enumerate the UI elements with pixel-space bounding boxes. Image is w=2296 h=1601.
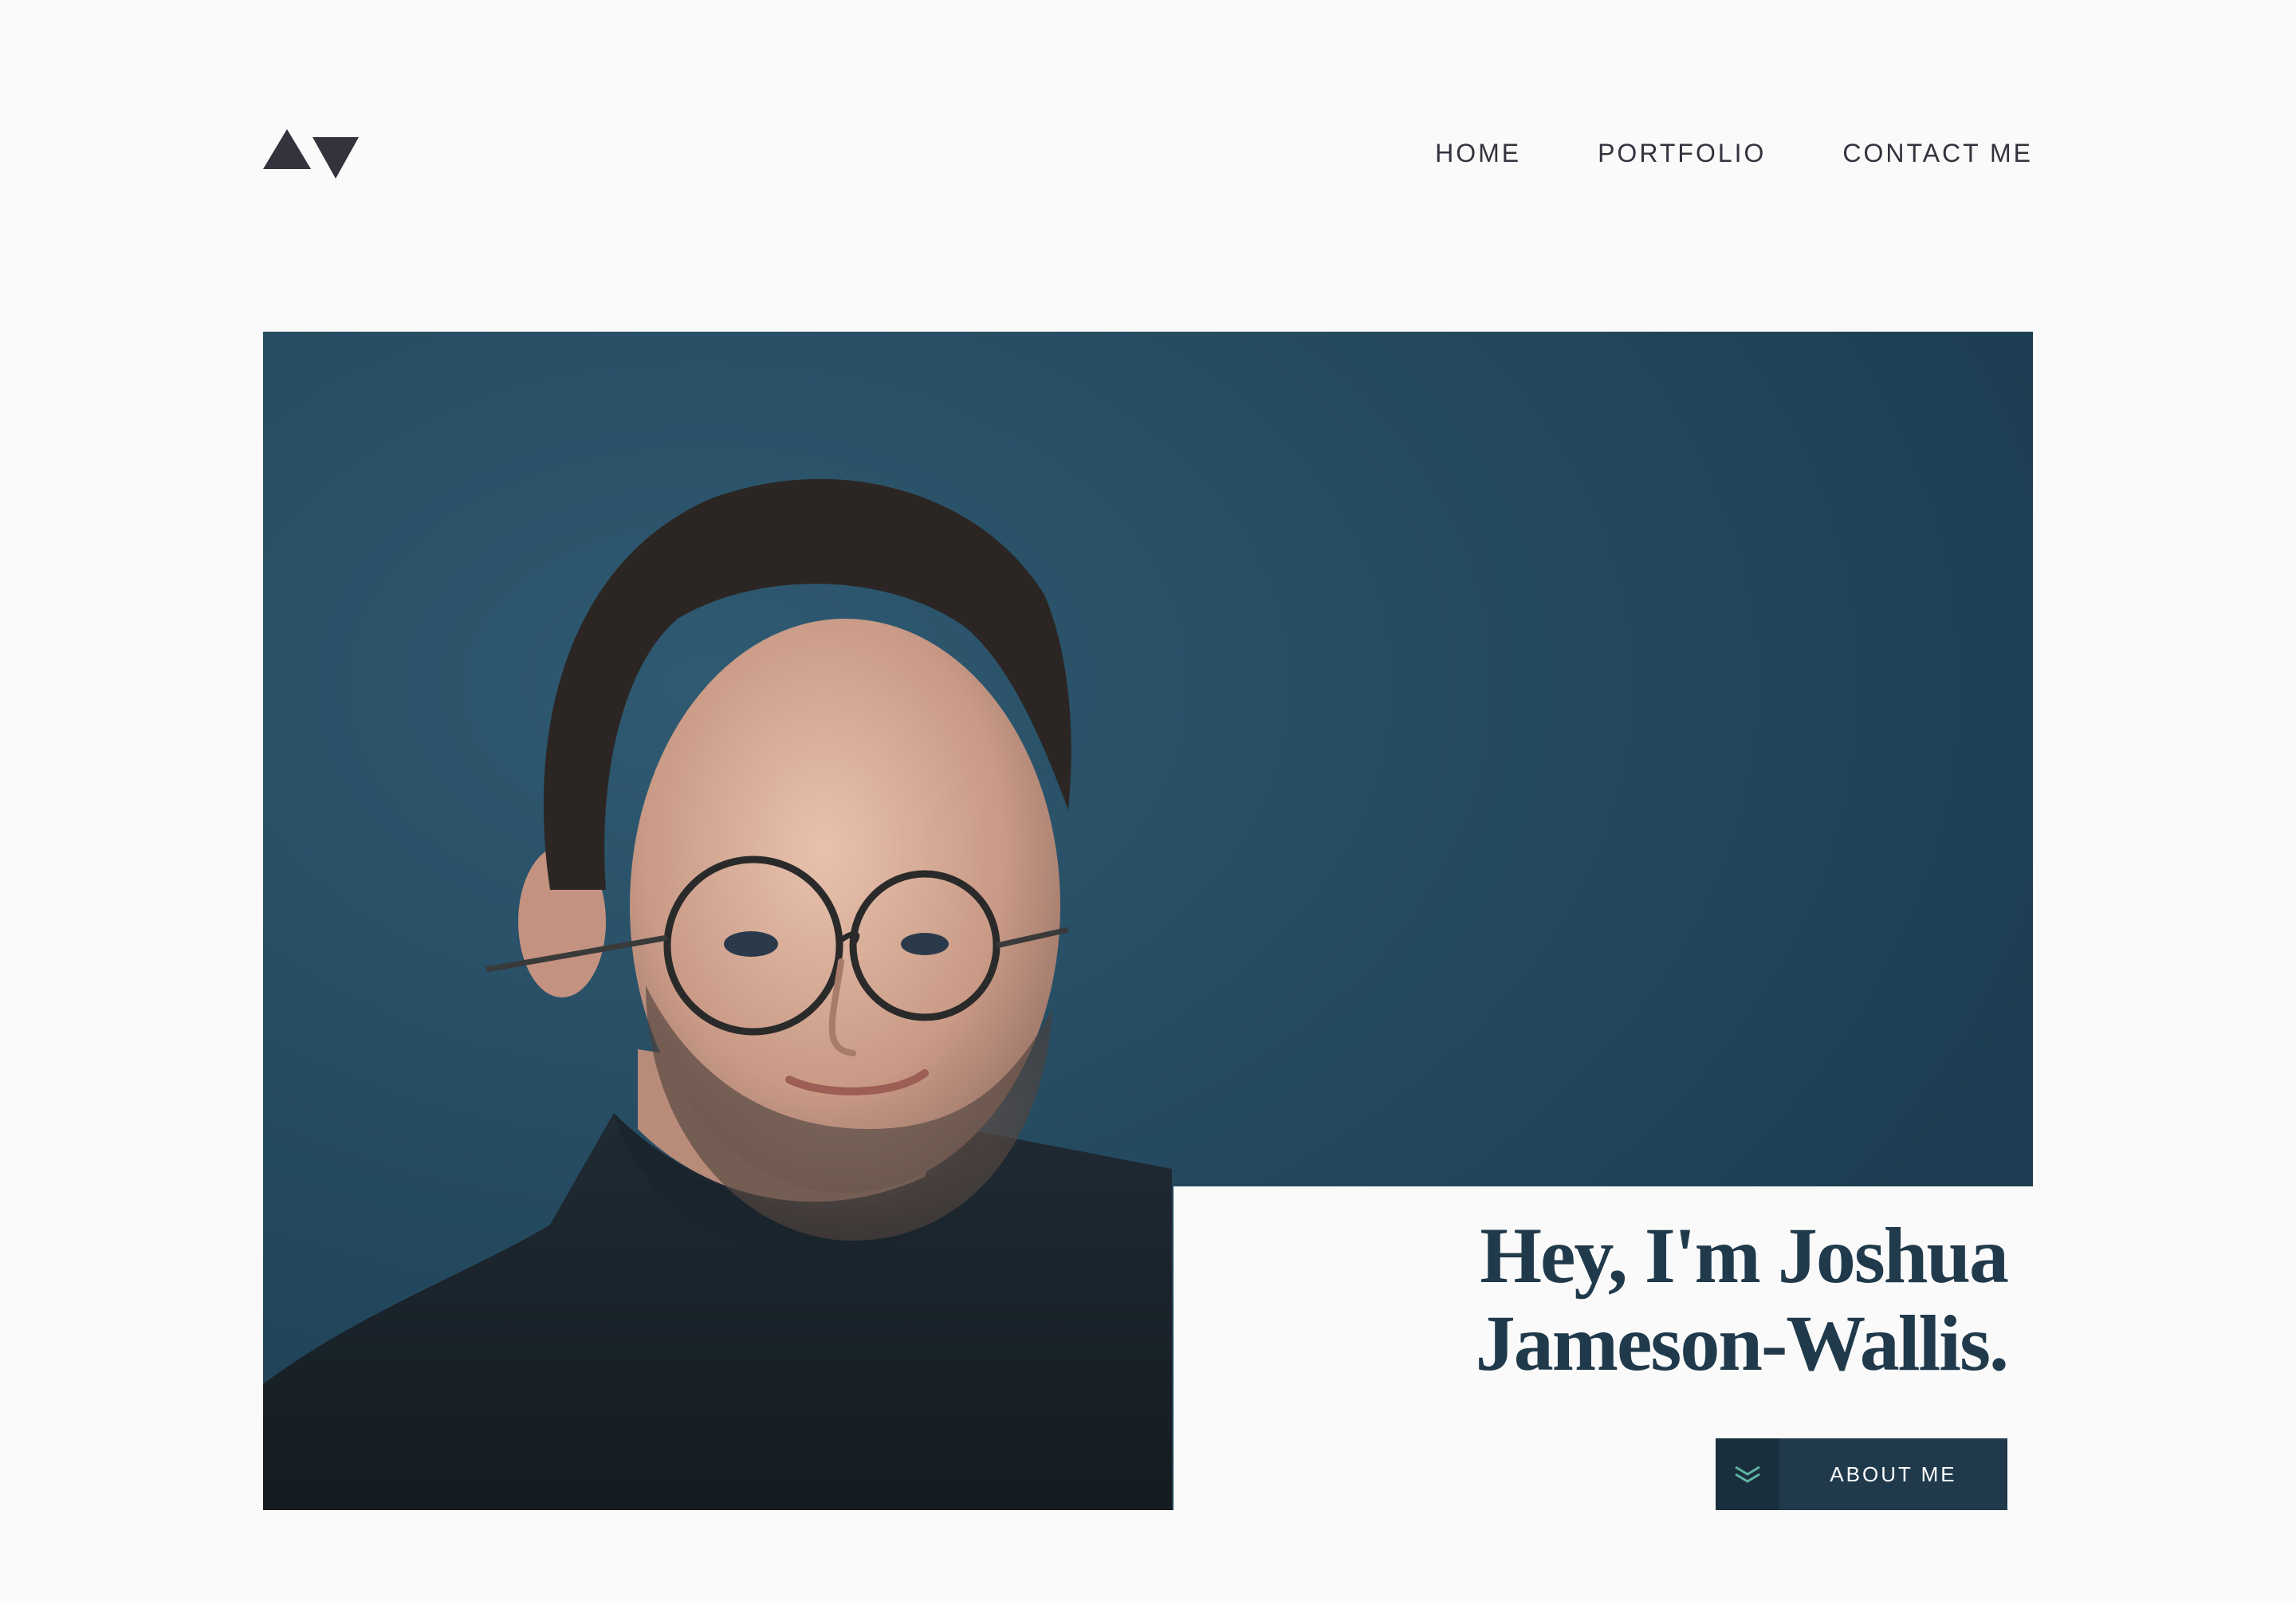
nav-contact-link[interactable]: CONTACT ME <box>1842 139 2033 168</box>
about-me-button-label: ABOUT ME <box>1830 1461 1957 1486</box>
main-nav: HOME PORTFOLIO CONTACT ME <box>1435 136 2033 171</box>
hero-title-line1: Hey, I'm Joshua <box>1480 1211 2009 1300</box>
hero-title-line2: Jameson-Wallis. <box>1475 1299 2009 1387</box>
logo-icon[interactable] <box>263 128 359 179</box>
nav-portfolio-link[interactable]: PORTFOLIO <box>1598 139 1766 168</box>
hero-intro-card: Hey, I'm Joshua Jameson-Wallis. ABOUT ME <box>1174 1186 2033 1510</box>
double-chevron-down-icon <box>1716 1438 1779 1510</box>
hero-title: Hey, I'm Joshua Jameson-Wallis. <box>1475 1211 2009 1387</box>
nav-home-link[interactable]: HOME <box>1435 139 1521 168</box>
about-me-button[interactable]: ABOUT ME <box>1716 1438 2007 1510</box>
